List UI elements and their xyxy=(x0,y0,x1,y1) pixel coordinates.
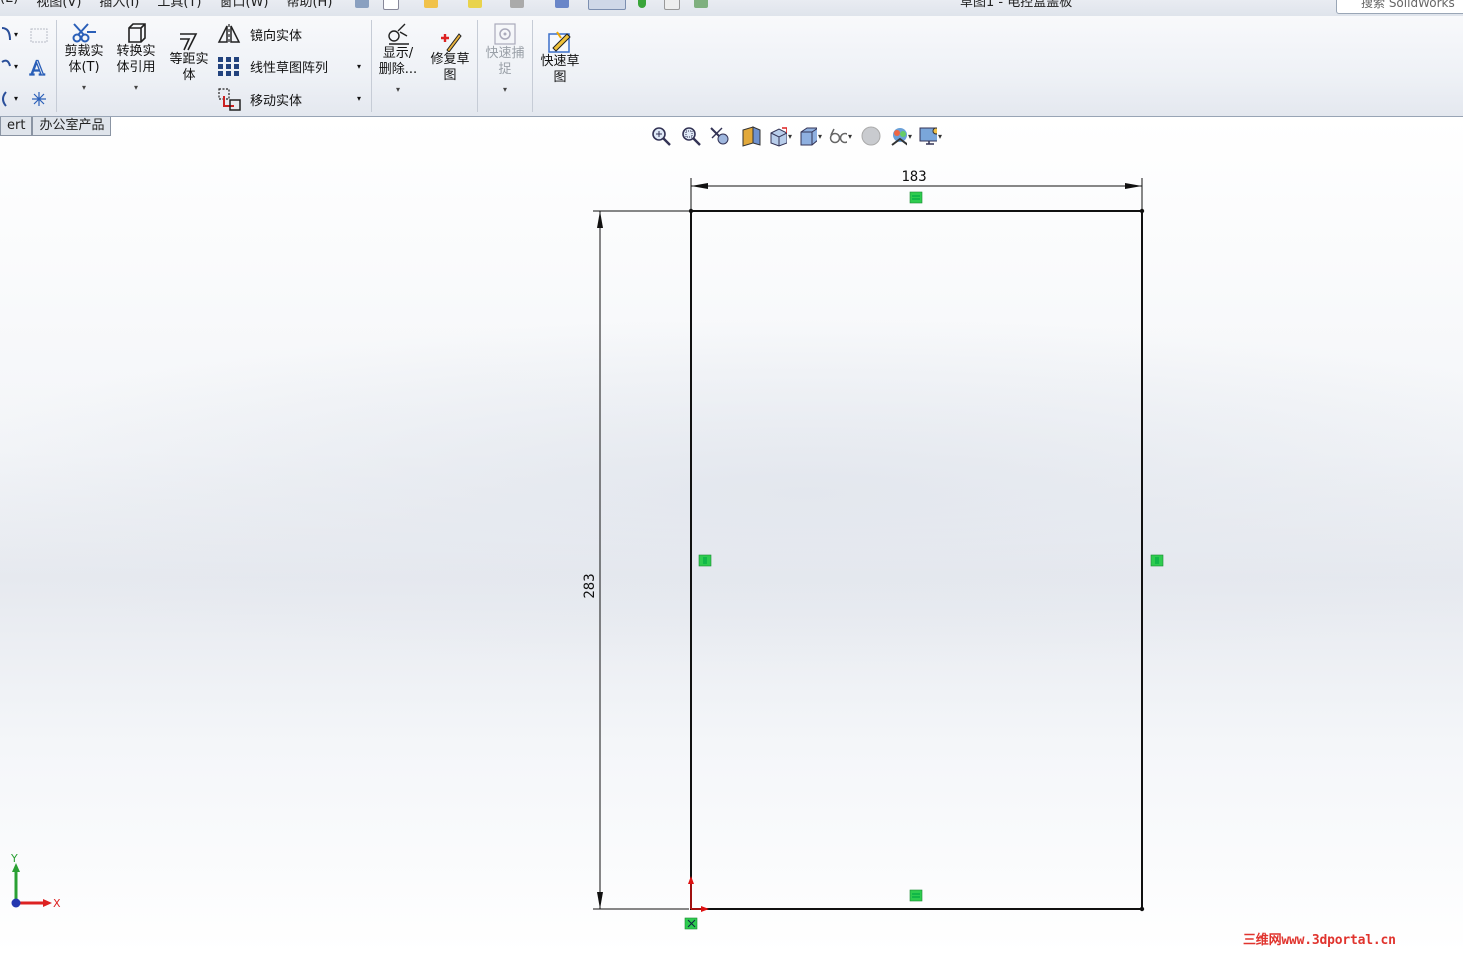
coincident-relation-icon[interactable] xyxy=(684,917,698,930)
axis-y-label: Y xyxy=(10,852,18,865)
sketch-point[interactable] xyxy=(688,208,694,214)
sketch-point[interactable] xyxy=(1139,906,1145,912)
horizontal-relation-icon[interactable] xyxy=(909,191,923,204)
axis-x-label: X xyxy=(53,897,61,910)
vertical-relation-icon[interactable] xyxy=(698,554,712,567)
height-dimension-value[interactable]: 283 xyxy=(582,573,598,598)
sketch-origin-icon xyxy=(688,876,709,912)
height-dimension[interactable] xyxy=(593,210,689,910)
sketch-canvas: 183 283 Y X xyxy=(10,169,1164,930)
sketch-point[interactable] xyxy=(1139,208,1145,214)
vertical-relation-icon[interactable] xyxy=(1150,554,1164,567)
watermark: 三维网www.3dportal.cn xyxy=(1243,933,1396,948)
width-dimension-value[interactable]: 183 xyxy=(901,169,926,185)
reference-triad-icon xyxy=(11,863,52,908)
sketch-rectangle[interactable] xyxy=(690,210,1143,910)
horizontal-relation-icon[interactable] xyxy=(909,889,923,902)
